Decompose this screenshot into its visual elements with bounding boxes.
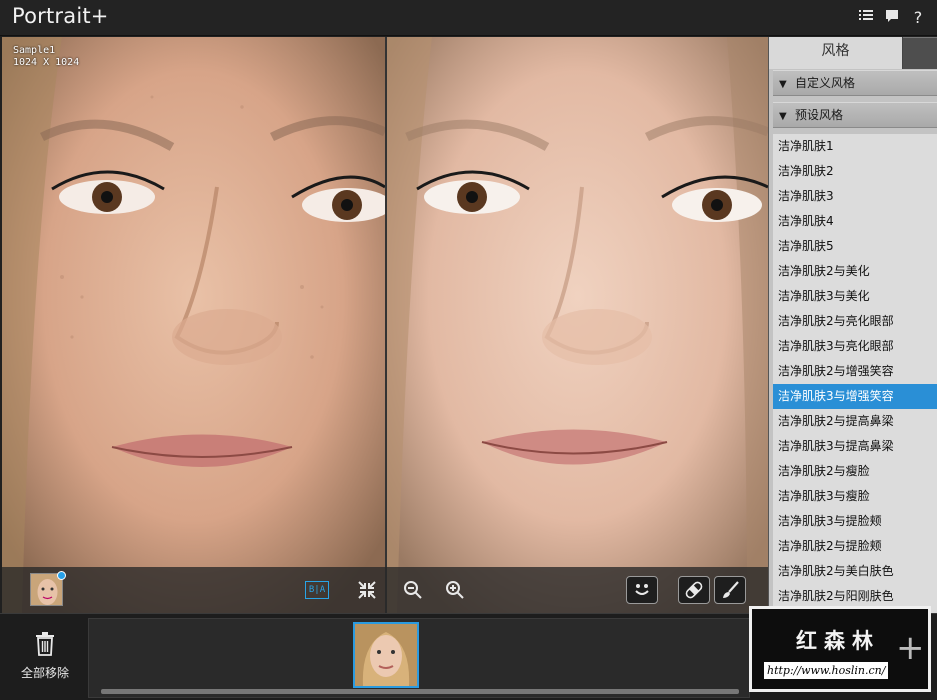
preset-style-section[interactable]: ▼ 预设风格 <box>773 102 937 128</box>
sample-info: Sample1 1024 X 1024 <box>13 45 79 69</box>
preset-item[interactable]: 洁净肌肤2与提脸颊 <box>773 534 937 559</box>
preset-item[interactable]: 洁净肌肤3与提脸颊 <box>773 509 937 534</box>
preset-item[interactable]: 洁净肌肤2与亮化眼部 <box>773 309 937 334</box>
preset-item[interactable]: 洁净肌肤2与增强笑容 <box>773 359 937 384</box>
brush-icon[interactable] <box>714 576 746 604</box>
style-panel: 风格 ▼ 自定义风格 ▼ 预设风格 洁净肌肤1 洁净肌肤2 洁净肌肤3 洁净肌肤4 洁净肌肤… <box>768 37 937 613</box>
watermark-logo: 红森林 + http://www.hoslin.cn/ <box>749 606 931 692</box>
preset-item[interactable]: 洁净肌肤3与瘦脸 <box>773 484 937 509</box>
preset-item[interactable]: 洁净肌肤3与提高鼻梁 <box>773 434 937 459</box>
preset-item[interactable]: 洁净肌肤3与增强笑容 <box>773 384 937 409</box>
filmstrip[interactable] <box>88 618 750 698</box>
title-bar: Portrait+ ? <box>0 0 937 36</box>
preset-list[interactable]: 洁净肌肤1 洁净肌肤2 洁净肌肤3 洁净肌肤4 洁净肌肤5 洁净肌肤2与美化 洁净肌肤3与美… <box>773 134 937 613</box>
watermark-url: http://www.hoslin.cn/ <box>764 662 889 679</box>
preset-item[interactable]: 洁净肌肤2与瘦脸 <box>773 459 937 484</box>
filmstrip-scrollbar[interactable] <box>101 689 739 694</box>
zoom-out-icon[interactable] <box>398 575 428 605</box>
before-after-toggle-button[interactable]: B|A <box>302 575 332 605</box>
sample-size: 1024 X 1024 <box>13 57 80 68</box>
preset-item[interactable]: 洁净肌肤5 <box>773 234 937 259</box>
plus-icon: + <box>896 628 925 668</box>
remove-all-label: 全部移除 <box>20 666 69 680</box>
preset-item[interactable]: 洁净肌肤2与美白肤色 <box>773 559 937 584</box>
smile-icon[interactable] <box>626 576 658 604</box>
app-title: Portrait+ <box>12 4 109 28</box>
preset-item[interactable]: 洁净肌肤2与美化 <box>773 259 937 284</box>
sample-name: Sample1 <box>13 45 56 56</box>
tab-blank[interactable] <box>903 37 937 69</box>
preset-style-label: 预设风格 <box>795 108 844 122</box>
filmstrip-thumbnail[interactable] <box>353 622 419 688</box>
preset-item[interactable]: 洁净肌肤1 <box>773 134 937 159</box>
bandage-icon[interactable] <box>678 576 710 604</box>
remove-all-button[interactable]: 全部移除 <box>10 632 80 688</box>
chat-icon[interactable] <box>882 8 902 28</box>
viewer-toolbar: B|A <box>2 567 768 613</box>
status-dot <box>57 571 66 580</box>
preset-item[interactable]: 洁净肌肤3 <box>773 184 937 209</box>
panel-tab-row: 风格 <box>769 37 937 69</box>
preset-item[interactable]: 洁净肌肤2 <box>773 159 937 184</box>
preset-item[interactable]: 洁净肌肤3与美化 <box>773 284 937 309</box>
app-window: Portrait+ ? Sample1 1024 X 1024 B|A 风格 ▼… <box>0 0 937 700</box>
ba-label: B|A <box>305 581 329 599</box>
collapse-triangle-icon: ▼ <box>779 111 787 122</box>
after-image <box>387 37 768 613</box>
custom-style-label: 自定义风格 <box>795 76 856 90</box>
list-icon[interactable] <box>856 8 876 28</box>
before-image: Sample1 1024 X 1024 <box>2 37 385 613</box>
preset-item[interactable]: 洁净肌肤3与亮化眼部 <box>773 334 937 359</box>
collapse-arrows-icon[interactable] <box>352 575 382 605</box>
help-icon[interactable]: ? <box>908 8 928 28</box>
tab-style[interactable]: 风格 <box>769 37 903 69</box>
preset-item[interactable]: 洁净肌肤4 <box>773 209 937 234</box>
collapse-triangle-icon: ▼ <box>779 79 787 90</box>
custom-style-section[interactable]: ▼ 自定义风格 <box>773 70 937 96</box>
zoom-in-icon[interactable] <box>440 575 470 605</box>
preset-item[interactable]: 洁净肌肤2与提高鼻梁 <box>773 409 937 434</box>
photo-viewer[interactable]: Sample1 1024 X 1024 B|A <box>2 37 768 613</box>
watermark-cn: 红森林 <box>796 629 880 653</box>
trash-icon <box>36 632 54 656</box>
